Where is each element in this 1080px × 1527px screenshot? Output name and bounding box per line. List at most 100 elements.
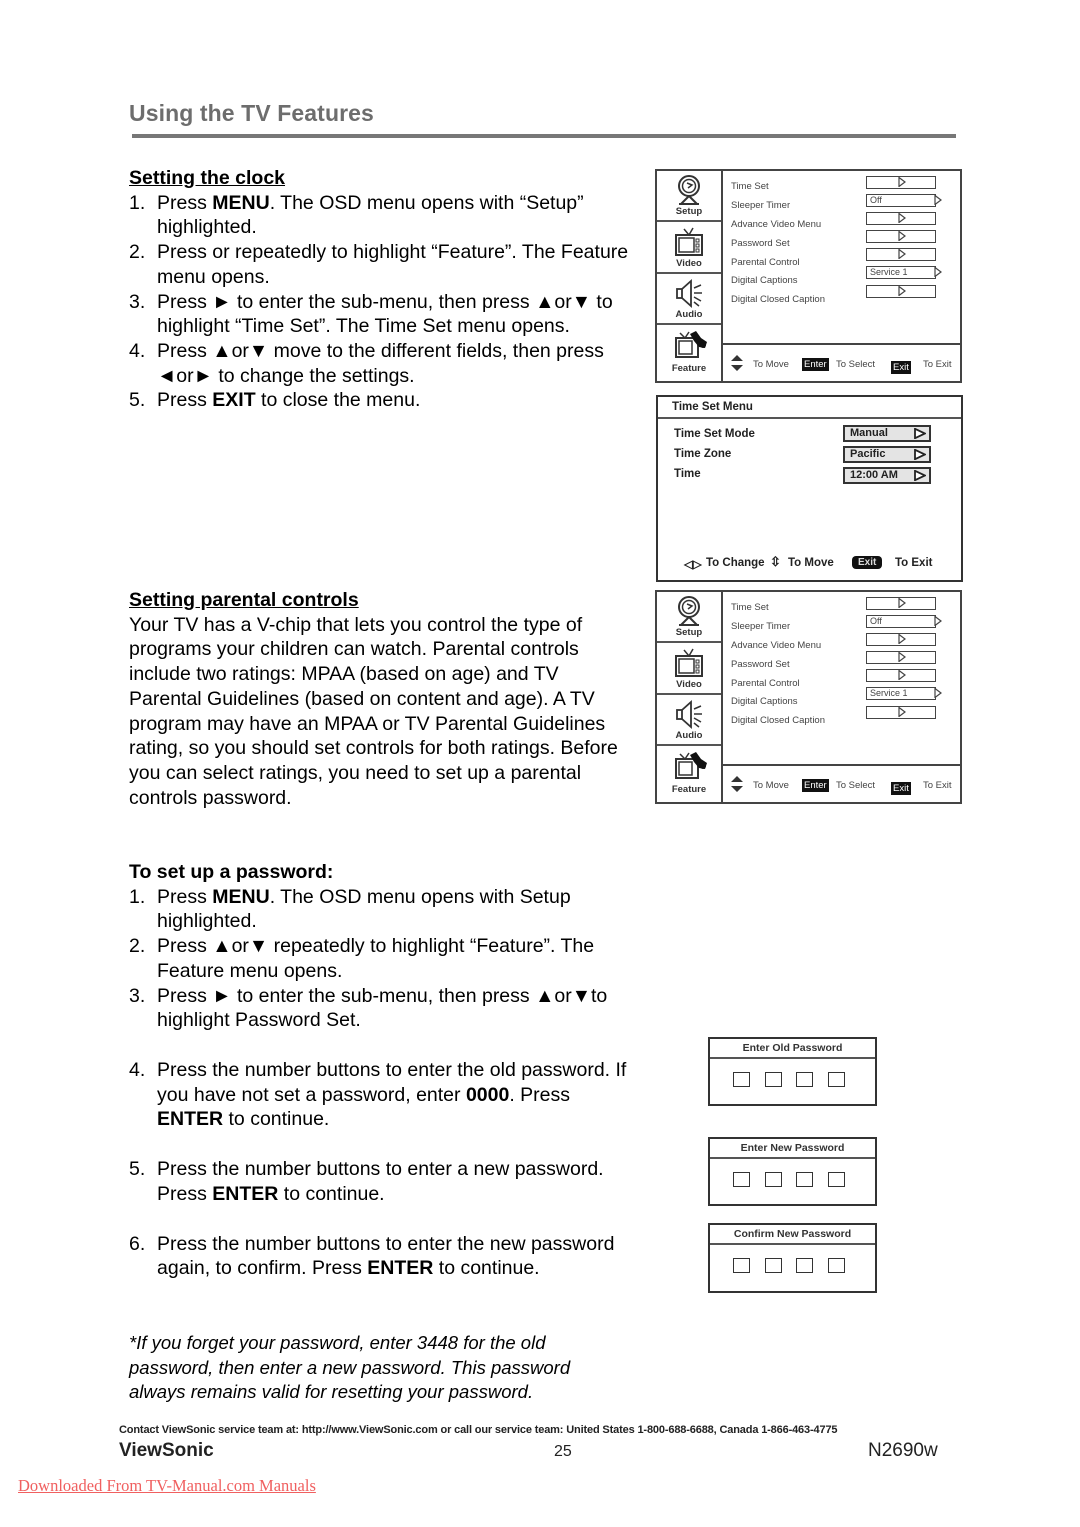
password-subheading: To set up a password: xyxy=(129,861,334,883)
osd-tab-label: Video xyxy=(676,257,702,269)
osd-value-box[interactable] xyxy=(866,176,936,189)
osd-value-box[interactable] xyxy=(866,230,936,244)
osd-menu-item[interactable]: Advance Video Menu xyxy=(731,638,825,657)
osd-tab-label: Feature xyxy=(671,783,707,795)
move-hint: To Move xyxy=(788,557,834,569)
time-set-value-box[interactable]: Manual xyxy=(843,425,931,442)
enter-new-password-dialog: Enter New Password xyxy=(708,1137,877,1206)
enter-key: Enter xyxy=(802,358,829,371)
password-digit-box[interactable] xyxy=(796,1172,813,1187)
list-item: 4. Press the number buttons to enter the … xyxy=(129,1058,629,1132)
step-text: Press xyxy=(157,389,213,412)
time-set-value: 12:00 AM xyxy=(850,469,898,481)
step-text: Press ► to enter the sub-menu, then pres… xyxy=(157,984,608,1032)
download-source-link[interactable]: Downloaded From TV-Manual.com Manuals xyxy=(18,1476,316,1496)
osd-menu-item[interactable]: Digital Closed Caption xyxy=(731,713,825,732)
osd-value-box[interactable]: Off xyxy=(866,615,942,629)
exit-hint: To Exit xyxy=(923,780,952,791)
osd-menu-item[interactable]: Password Set xyxy=(731,236,825,255)
password-digit-box[interactable] xyxy=(764,1172,782,1187)
osd-tab-label: Feature xyxy=(671,362,707,374)
exit-key: Exit xyxy=(891,782,911,795)
osd-value-box[interactable] xyxy=(866,284,936,298)
enter-key: Enter xyxy=(802,779,829,792)
osd-tab-setup[interactable]: Setup xyxy=(657,592,721,643)
step-number: 5. xyxy=(129,389,146,412)
osd-value-box[interactable] xyxy=(866,597,936,610)
osd-menu-item[interactable]: Parental Control xyxy=(731,255,825,274)
osd-menu-item[interactable]: Sleeper Timer xyxy=(731,198,825,217)
step-keyword: 0000 xyxy=(465,1083,510,1106)
osd-tab-video[interactable]: Video xyxy=(657,644,721,695)
osd-tab-setup[interactable]: Setup xyxy=(657,171,721,222)
time-set-row-label: Time xyxy=(674,468,701,480)
password-digit-box[interactable] xyxy=(827,1172,845,1187)
list-item: 1. Press MENU. The OSD menu opens with Se… xyxy=(129,885,629,934)
osd-value-box[interactable]: Service 1 xyxy=(866,266,942,280)
osd-menu-item[interactable]: Digital Captions xyxy=(731,273,825,292)
osd-menu-item[interactable]: Digital Closed Caption xyxy=(731,292,825,311)
osd-value-box[interactable]: Off xyxy=(866,194,942,208)
page-number: 25 xyxy=(554,1443,572,1460)
osd-menu-item[interactable]: Password Set xyxy=(731,657,825,676)
password-digit-box[interactable] xyxy=(796,1258,813,1273)
list-item: 2. Press ▲or▼ repeatedly to highlight “Fe… xyxy=(129,934,629,983)
list-item: 5. Press the number buttons to enter a ne… xyxy=(129,1157,629,1206)
osd-tab-label: Video xyxy=(676,678,702,690)
osd-value-box[interactable] xyxy=(866,212,936,226)
password-digit-box[interactable] xyxy=(733,1258,750,1273)
password-digit-box[interactable] xyxy=(733,1072,750,1087)
list-item: 2. Press or repeatedly to highlight “Feat… xyxy=(129,240,629,289)
step-number: 3. xyxy=(129,984,146,1007)
password-digit-box[interactable] xyxy=(796,1072,813,1087)
osd-value-box[interactable] xyxy=(866,705,936,719)
osd-menu-item[interactable]: Advance Video Menu xyxy=(731,217,825,236)
password-digit-box[interactable] xyxy=(827,1072,845,1087)
osd-item-values: Off Service 1 xyxy=(866,176,942,303)
osd-tab-video[interactable]: Video xyxy=(657,223,721,274)
password-section: To set up a password: 1. Press MENU. The … xyxy=(129,860,629,1033)
osd-value-text: Service 1 xyxy=(870,267,908,278)
osd-value-box[interactable] xyxy=(866,248,936,262)
step-text: to continue. xyxy=(278,1182,385,1205)
osd-value-box[interactable] xyxy=(866,651,936,665)
time-set-value-box[interactable]: Pacific xyxy=(843,446,931,463)
osd-tab-label: Setup xyxy=(675,627,703,638)
password-digit-box[interactable] xyxy=(764,1258,782,1273)
osd-menu-item[interactable]: Time Set xyxy=(731,179,825,198)
osd-menu-item[interactable]: Parental Control xyxy=(731,676,825,695)
password-digit-box[interactable] xyxy=(827,1258,845,1273)
page-title: Using the TV Features xyxy=(129,100,374,126)
select-hint: To Select xyxy=(836,359,876,370)
up-down-arrows-icon xyxy=(731,776,743,795)
osd-tab-audio[interactable]: Audio xyxy=(657,695,721,746)
osd-feature-menu: Setup Video Audio Feature Time Set Sleeper Ti… xyxy=(655,169,962,383)
list-item: 6. Press the number buttons to enter the … xyxy=(129,1232,629,1281)
osd-value-box[interactable] xyxy=(866,633,936,647)
osd-value-box[interactable]: Service 1 xyxy=(866,687,942,701)
step-text: Press ▲or▼ repeatedly to highlight “Feat… xyxy=(157,935,595,982)
password-steps-list-continued: 4. Press the number buttons to enter the … xyxy=(129,1058,629,1281)
left-right-arrows-icon: ◁▷ xyxy=(684,559,702,571)
osd-menu-item[interactable]: Time Set xyxy=(731,600,825,619)
time-set-row-label: Time Set Mode xyxy=(674,428,755,440)
osd-footer: To Move Enter To Select Exit To Exit xyxy=(721,343,960,383)
osd-value-box[interactable] xyxy=(866,669,936,683)
osd-menu-item[interactable]: Digital Captions xyxy=(731,694,825,713)
osd-value-text: Off xyxy=(870,195,882,206)
step-number: 6. xyxy=(129,1232,146,1255)
osd-menu-item[interactable]: Sleeper Timer xyxy=(731,619,825,638)
osd-tab-audio[interactable]: Audio xyxy=(657,274,721,325)
password-digit-box[interactable] xyxy=(733,1172,750,1187)
time-set-value-box[interactable]: 12:00 AM xyxy=(843,467,931,484)
step-keyword: ENTER xyxy=(212,1182,279,1205)
password-digit-box[interactable] xyxy=(764,1072,782,1087)
move-hint: To Move xyxy=(753,359,789,370)
clock-heading: Setting the clock xyxy=(129,167,286,189)
step-number: 1. xyxy=(129,191,146,214)
osd-tab-feature[interactable]: Feature xyxy=(657,747,721,798)
step-text: to continue. xyxy=(433,1257,540,1280)
osd-tab-label: Audio xyxy=(675,309,703,320)
exit-hint: To Exit xyxy=(923,359,952,370)
osd-tab-feature[interactable]: Feature xyxy=(657,326,721,377)
